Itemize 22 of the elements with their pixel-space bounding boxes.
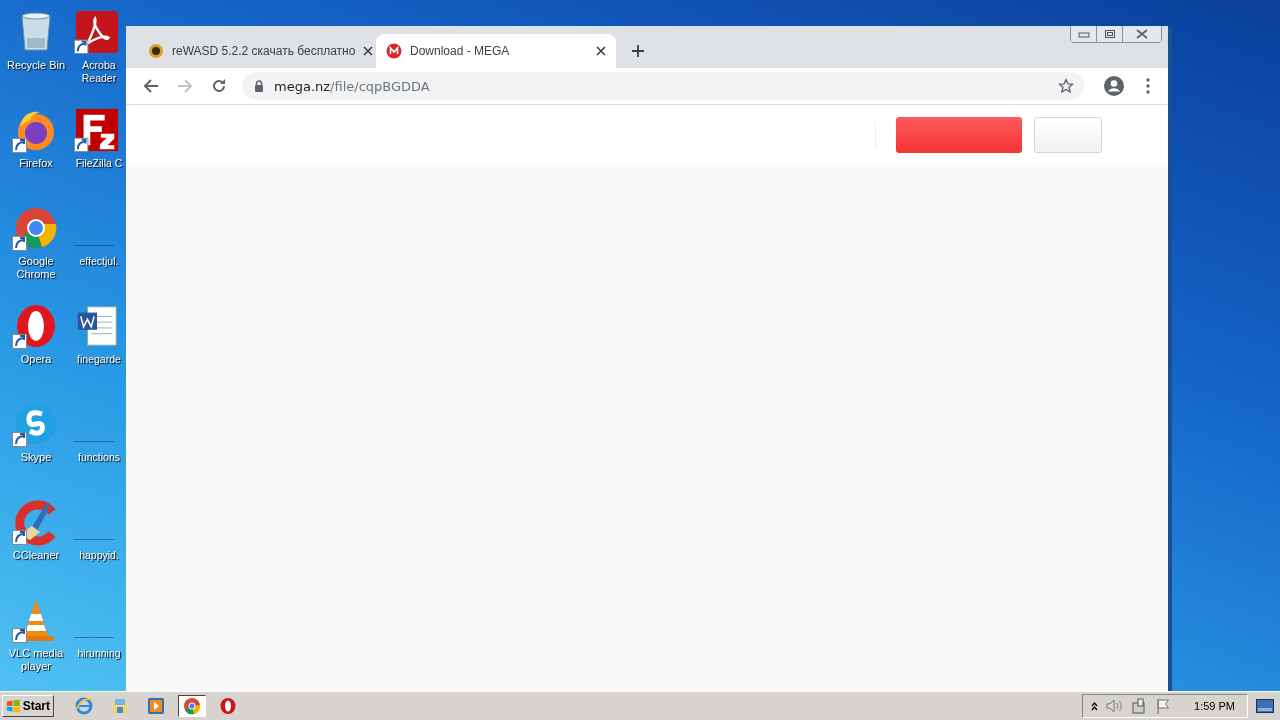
icon-label: VLC media player (7, 647, 65, 673)
tab-title: Download - MEGA (410, 44, 511, 58)
start-button[interactable]: Start (2, 695, 54, 717)
tab-title: reWASD 5.2.2 скачать бесплатно (172, 44, 356, 58)
icon-label: Acroba Reader (80, 59, 118, 85)
icon-label: finegarde (76, 353, 122, 366)
icon-label: Recycle Bin (5, 59, 67, 72)
icon-label: Google Chrome (15, 255, 57, 281)
icon-label: FileZilla C (74, 157, 124, 170)
icon-label: Skype (19, 451, 53, 464)
url-text: mega.nz/file/cqpBGDDA (274, 78, 430, 94)
browser-tab[interactable]: Download - MEGA (376, 34, 616, 68)
icon-label: CCleaner (11, 549, 61, 562)
icon-label: happyid. (78, 549, 120, 562)
icon-label: hirunning (76, 647, 122, 660)
clock-text: 1:59 PM (1194, 700, 1235, 712)
icon-label: effectjul. (78, 255, 120, 268)
address-bar[interactable]: mega.nz/file/cqpBGDDA (242, 72, 1084, 100)
browser-tab[interactable]: reWASD 5.2.2 скачать бесплатно (138, 34, 374, 68)
icon-label: Opera (19, 353, 53, 366)
icon-label: Firefox (18, 157, 54, 170)
icon-label: functions (77, 451, 121, 464)
